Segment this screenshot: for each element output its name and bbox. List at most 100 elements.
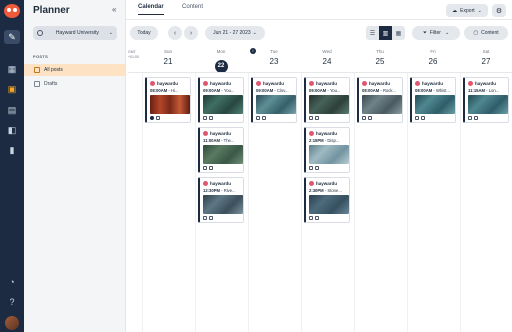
analytics-icon[interactable]: ▮ xyxy=(4,143,20,157)
planner-sidebar: Planner « Hayward University ⌄ POSTS All… xyxy=(24,0,126,332)
compose-icon[interactable]: ✎ xyxy=(4,30,20,44)
image-icon xyxy=(309,216,313,220)
image-icon xyxy=(415,116,419,120)
logo-icon[interactable] xyxy=(4,4,20,18)
image-icon xyxy=(209,216,213,220)
post-card[interactable]: haywardu 09:00AM - You... xyxy=(304,77,350,123)
column-divider xyxy=(248,73,249,332)
day-header-sat[interactable]: Sat 27 xyxy=(460,49,512,66)
post-card[interactable]: haywardu 2:15PM - Disp... xyxy=(304,127,350,173)
content-icon: ▢ xyxy=(473,30,479,36)
month-view-icon[interactable]: ▦ xyxy=(392,26,405,40)
image-icon xyxy=(468,116,472,120)
image-icon xyxy=(256,116,260,120)
list-view-icon[interactable]: ☰ xyxy=(366,26,379,40)
date-range-selector[interactable]: Jun 21 - 27 2023 ⌄ xyxy=(205,26,265,40)
timezone-label: GMT +01:00 xyxy=(128,50,139,59)
today-button[interactable]: Today xyxy=(130,26,158,40)
post-card[interactable]: haywardu 11:00AM - The... xyxy=(198,127,244,173)
column-divider xyxy=(460,73,461,332)
prev-week-button[interactable]: ‹ xyxy=(168,26,182,40)
bell-icon[interactable]: ◔ xyxy=(4,275,20,289)
image-icon xyxy=(368,116,372,120)
day-header-fri[interactable]: Fri 26 xyxy=(407,49,459,66)
posts-section-label: POSTS xyxy=(33,54,49,59)
sidebar-item-drafts[interactable]: Drafts xyxy=(24,78,126,90)
filter-label: Filter xyxy=(429,30,441,36)
avatar xyxy=(362,81,367,86)
image-icon xyxy=(309,166,313,170)
day-header-tue[interactable]: Tue 23 xyxy=(248,49,300,66)
avatar xyxy=(309,131,314,136)
sidebar-item-label: Drafts xyxy=(44,81,58,87)
image-icon xyxy=(315,116,319,120)
post-thumbnail xyxy=(309,145,349,164)
post-thumbnail xyxy=(256,95,296,114)
gear-icon: ⚙ xyxy=(495,7,503,15)
filter-button[interactable]: ⏷ Filter ⌄ xyxy=(412,26,460,40)
avatar xyxy=(203,131,208,136)
chevron-left-icon: ‹ xyxy=(173,29,177,37)
collapse-sidebar-icon[interactable]: « xyxy=(112,5,116,14)
settings-button[interactable]: ⚙ xyxy=(492,4,506,17)
post-card[interactable]: haywardu 09:00AM - Clov... xyxy=(251,77,297,123)
avatar xyxy=(203,181,208,186)
chevron-down-icon: ⌄ xyxy=(108,30,113,36)
post-card[interactable]: haywardu 09:00AM - You... xyxy=(198,77,244,123)
post-card[interactable]: haywardu 11:15AM - Lon... xyxy=(463,77,509,123)
day-header-thu[interactable]: Thu 25 xyxy=(354,49,406,66)
org-icon xyxy=(37,30,43,36)
organization-selector[interactable]: Hayward University ⌄ xyxy=(33,26,117,40)
post-card[interactable]: haywardu 08:00AM - Rock... xyxy=(357,77,403,123)
briefcase-icon[interactable]: ◧ xyxy=(4,123,20,137)
app-rail: ✎ ▦ ▣ ▤ ◧ ▮ ◔ ? xyxy=(0,0,24,332)
post-thumbnail xyxy=(309,95,349,114)
chevron-down-icon: ⌄ xyxy=(444,30,450,36)
next-week-button[interactable]: › xyxy=(184,26,198,40)
avatar xyxy=(203,81,208,86)
dashboard-icon[interactable]: ▦ xyxy=(4,62,20,76)
cloud-icon: ☁ xyxy=(452,7,458,14)
tab-content[interactable]: Content xyxy=(182,4,203,14)
content-panel-button[interactable]: ▢ Content xyxy=(464,26,508,40)
post-thumbnail xyxy=(150,95,190,114)
avatar xyxy=(309,81,314,86)
image-icon xyxy=(309,116,313,120)
image-icon xyxy=(262,116,266,120)
week-view-icon[interactable]: ▥ xyxy=(379,26,392,40)
post-card[interactable]: haywardu 08:00AM - Hi... xyxy=(145,77,191,123)
export-button[interactable]: ☁ Export ⌄ xyxy=(446,4,488,17)
filter-icon: ⏷ xyxy=(422,30,427,36)
post-card[interactable]: haywardu 2:30PM - Stone... xyxy=(304,177,350,223)
chevron-down-icon: ⌄ xyxy=(252,30,257,36)
post-thumbnail xyxy=(203,145,243,164)
day-header-wed[interactable]: Wed 24 xyxy=(301,49,353,66)
avatar xyxy=(468,81,473,86)
sidebar-item-all-posts[interactable]: All posts xyxy=(24,64,126,76)
posts-icon xyxy=(34,67,40,73)
post-thumbnail xyxy=(309,195,349,214)
sidebar-item-label: All posts xyxy=(44,67,63,73)
day-header-sun[interactable]: Sun 21 xyxy=(142,49,194,66)
tab-calendar[interactable]: Calendar xyxy=(138,4,164,15)
help-icon[interactable]: ? xyxy=(4,295,20,309)
post-card[interactable]: haywardu 12:30PM - Rive... xyxy=(198,177,244,223)
avatar[interactable] xyxy=(5,316,19,330)
column-divider xyxy=(195,73,196,332)
inbox-icon[interactable]: ▤ xyxy=(4,103,20,117)
post-thumbnail xyxy=(362,95,402,114)
image-icon xyxy=(315,166,319,170)
day-header-mon[interactable]: Mon 22 xyxy=(195,49,247,73)
calendar-divider xyxy=(128,72,512,73)
image-icon xyxy=(203,166,207,170)
post-card[interactable]: haywardu 08:00AM - Whist... xyxy=(410,77,456,123)
organization-label: Hayward University xyxy=(55,30,99,36)
image-icon xyxy=(362,116,366,120)
export-label: Export xyxy=(460,7,475,14)
calendar-icon[interactable]: ▣ xyxy=(4,82,20,96)
image-icon xyxy=(156,116,160,120)
sidebar-title: Planner xyxy=(33,5,70,16)
drafts-icon xyxy=(34,81,40,87)
column-divider xyxy=(354,73,355,332)
date-range-label: Jun 21 - 27 2023 xyxy=(213,30,251,36)
